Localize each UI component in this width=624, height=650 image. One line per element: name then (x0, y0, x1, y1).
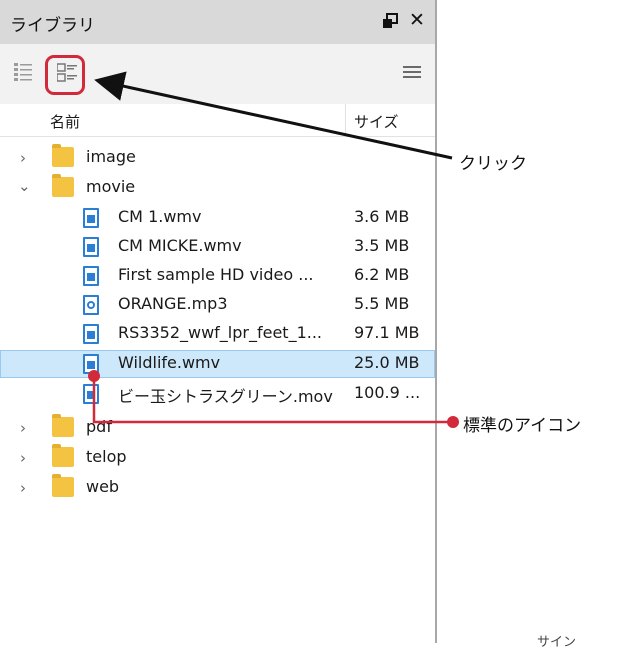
chevron-right-icon[interactable]: › (20, 149, 26, 167)
tree-file[interactable]: ビー玉シトラスグリーン.mov 100.9 ... (0, 380, 435, 408)
library-panel: ライブラリ ✕ 名前 サイズ › image ⌄ movie CM 1.wmv … (0, 0, 437, 643)
folder-icon (52, 174, 74, 197)
column-divider[interactable] (345, 104, 346, 136)
tree-file[interactable]: CM MICKE.wmv 3.5 MB (0, 233, 435, 261)
bottom-partial-text: サイン (537, 635, 577, 650)
file-size: 100.9 ... (354, 383, 421, 402)
file-size: 3.6 MB (354, 207, 410, 226)
tree-folder-telop[interactable]: › telop (0, 444, 435, 472)
file-size: 5.5 MB (354, 294, 410, 313)
video-file-icon (83, 266, 99, 286)
file-name: ビー玉シトラスグリーン.mov (118, 387, 333, 406)
standard-icon-callout-label: 標準のアイコン (463, 416, 582, 436)
folder-icon (52, 414, 74, 437)
folder-icon (52, 444, 74, 467)
standard-icon-dot (447, 416, 459, 428)
video-file-icon (83, 324, 99, 344)
folder-label: movie (86, 177, 136, 196)
audio-file-icon (83, 295, 99, 315)
chevron-right-icon[interactable]: › (20, 479, 26, 497)
file-name: First sample HD video ... (118, 265, 314, 284)
column-name-header[interactable]: 名前 (50, 111, 80, 132)
tree-file[interactable]: ORANGE.mp3 5.5 MB (0, 291, 435, 319)
file-size: 97.1 MB (354, 323, 420, 342)
folder-label: image (86, 147, 136, 166)
folder-icon (52, 474, 74, 497)
file-size: 3.5 MB (354, 236, 410, 255)
video-file-icon (83, 208, 99, 228)
chevron-right-icon[interactable]: › (20, 449, 26, 467)
folder-label: web (86, 477, 120, 496)
tree-folder-web[interactable]: › web (0, 474, 435, 502)
file-name: CM 1.wmv (118, 207, 202, 226)
close-icon[interactable]: ✕ (409, 10, 425, 30)
file-name: RS3352_wwf_lpr_feet_1... (118, 323, 323, 342)
column-size-header[interactable]: サイズ (354, 111, 399, 132)
chevron-down-icon[interactable]: ⌄ (18, 177, 31, 195)
restore-window-icon[interactable] (382, 13, 398, 29)
click-callout-label: クリック (459, 154, 527, 174)
video-file-icon (83, 384, 99, 404)
click-highlight-ring (45, 55, 85, 95)
file-name: CM MICKE.wmv (118, 236, 242, 255)
tree-file[interactable]: RS3352_wwf_lpr_feet_1... 97.1 MB (0, 320, 435, 348)
chevron-right-icon[interactable]: › (20, 419, 26, 437)
file-size: 25.0 MB (354, 353, 420, 372)
tree-folder-pdf[interactable]: › pdf (0, 414, 435, 442)
column-header: 名前 サイズ (0, 104, 435, 137)
file-name: ORANGE.mp3 (118, 294, 228, 313)
tree-file[interactable]: CM 1.wmv 3.6 MB (0, 204, 435, 232)
video-file-icon (83, 237, 99, 257)
folder-label: pdf (86, 417, 112, 436)
tree-folder-movie[interactable]: ⌄ movie (0, 174, 435, 202)
video-file-icon (83, 354, 99, 374)
panel-titlebar: ライブラリ ✕ (0, 0, 435, 45)
tree-file-selected[interactable]: Wildlife.wmv 25.0 MB (0, 350, 435, 378)
folder-icon (52, 144, 74, 167)
folder-label: telop (86, 447, 127, 466)
tree-folder-image[interactable]: › image (0, 144, 435, 172)
file-name: Wildlife.wmv (118, 353, 221, 372)
hamburger-menu-icon[interactable] (403, 66, 421, 80)
panel-title: ライブラリ (10, 16, 95, 36)
list-view-icon[interactable] (14, 62, 32, 82)
tree-file[interactable]: First sample HD video ... 6.2 MB (0, 262, 435, 290)
file-size: 6.2 MB (354, 265, 410, 284)
